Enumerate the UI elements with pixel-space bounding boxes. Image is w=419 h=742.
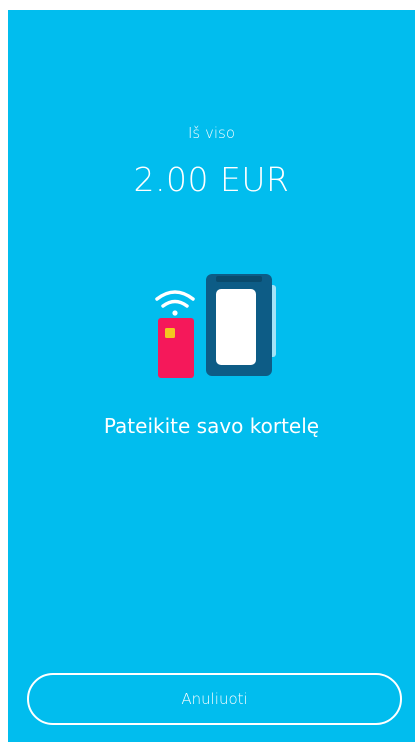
contactless-waves-icon	[155, 290, 195, 316]
amount-value: 2.00 EUR	[133, 160, 290, 199]
cancel-button[interactable]: Anuliuoti	[27, 673, 402, 725]
card-icon	[158, 318, 194, 378]
payment-screen: Iš viso 2.00 EUR Pateikite savo kortelę …	[8, 10, 415, 742]
terminal-icon	[206, 274, 276, 376]
contactless-card-terminal-icon	[155, 274, 276, 378]
present-card-prompt: Pateikite savo kortelę	[103, 414, 320, 438]
total-label: Iš viso	[187, 124, 236, 142]
